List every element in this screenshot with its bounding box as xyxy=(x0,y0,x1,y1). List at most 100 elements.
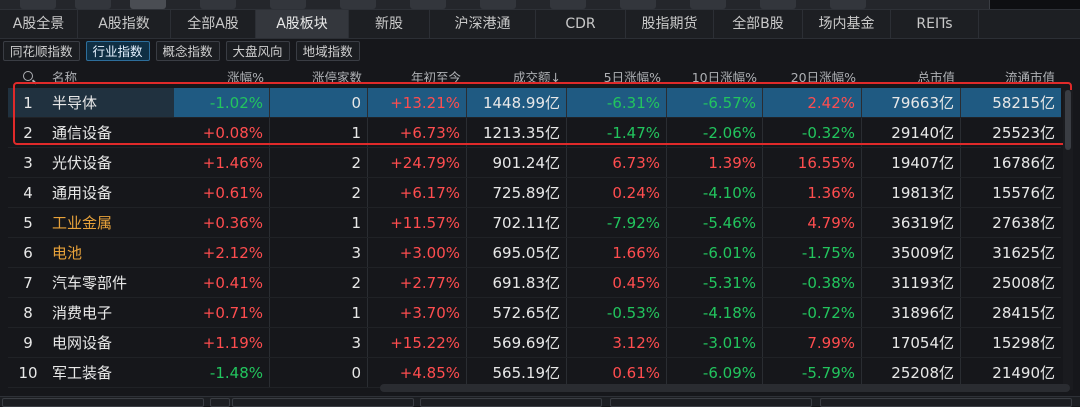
col-header-turnover[interactable]: 成交额↓ xyxy=(467,64,567,88)
col-header-ytd[interactable]: 年初至今 xyxy=(368,64,467,88)
subtab-3[interactable]: 大盘风向 xyxy=(225,41,290,61)
top-menu-item-active[interactable] xyxy=(130,0,166,9)
change-20d: 16.55% xyxy=(763,148,862,177)
tab-5[interactable]: 沪深港通 xyxy=(430,10,536,38)
limit-up-count: 0 xyxy=(270,88,368,117)
table-row[interactable]: 3 光伏设备 +1.46% 2 +24.79% 901.24亿 6.73% 1.39% 16.5… xyxy=(8,148,1061,178)
change-20d: 1.36% xyxy=(763,178,862,207)
change-20d: -1.75% xyxy=(763,238,862,267)
tab-0[interactable]: A股全景 xyxy=(0,10,78,38)
status-segment[interactable] xyxy=(232,398,414,407)
table-row[interactable]: 2 通信设备 +0.08% 1 +6.73% 1213.35亿 -1.47% -2.06% -0… xyxy=(8,118,1061,148)
status-segment[interactable] xyxy=(610,398,812,407)
change-20d: -0.38% xyxy=(763,268,862,297)
col-header-float-cap[interactable]: 流通市值 xyxy=(961,64,1061,88)
change-20d: 2.42% xyxy=(763,88,862,117)
col-header-20d-change[interactable]: 20日涨幅% xyxy=(763,64,862,88)
float-cap: 25523亿 xyxy=(992,124,1055,142)
tab-6[interactable]: CDR xyxy=(536,10,626,38)
row-index: 10 xyxy=(18,363,38,382)
top-menu-item[interactable] xyxy=(200,0,236,9)
status-segment[interactable] xyxy=(210,398,230,407)
change-pct: +0.36% xyxy=(174,208,270,237)
search-box[interactable] xyxy=(989,0,1080,9)
col-header-change[interactable]: 涨幅% xyxy=(174,64,270,88)
turnover: 725.89亿 xyxy=(467,178,567,207)
market-cap: 79663亿 xyxy=(862,88,961,117)
table-row[interactable]: 8 消费电子 +0.71% 1 +3.70% 572.65亿 -0.53% -4.18% -0.… xyxy=(8,298,1061,328)
limit-up-count: 2 xyxy=(270,148,368,177)
top-menu-item[interactable] xyxy=(830,0,866,9)
col-header-limit-up-count[interactable]: 涨停家数 xyxy=(270,64,368,88)
row-index: 9 xyxy=(23,333,33,352)
table-row[interactable]: 9 电网设备 +1.19% 3 +15.22% 569.69亿 3.12% -3.01% 7.9… xyxy=(8,328,1061,358)
table-row[interactable]: 5 工业金属 +0.36% 1 +11.57% 702.11亿 -7.92% -5.46% 4.… xyxy=(8,208,1061,238)
row-index: 7 xyxy=(23,273,33,292)
ytd-change: +3.70% xyxy=(368,298,467,327)
top-menu-strip xyxy=(0,0,1080,10)
subtab-1[interactable]: 行业指数 xyxy=(85,41,150,61)
change-5d: 3.12% xyxy=(567,328,667,357)
top-menu-item[interactable] xyxy=(20,0,56,9)
subtab-2[interactable]: 概念指数 xyxy=(155,41,220,61)
ytd-change: +11.57% xyxy=(368,208,467,237)
top-menu-item[interactable] xyxy=(760,0,796,9)
ytd-change: +15.22% xyxy=(368,328,467,357)
col-header-10d-change[interactable]: 10日涨幅% xyxy=(667,64,763,88)
change-10d: -4.18% xyxy=(667,298,763,327)
horizontal-scrollbar[interactable] xyxy=(380,384,1070,392)
search-icon-cell[interactable] xyxy=(8,64,48,88)
vertical-scrollbar[interactable] xyxy=(1063,90,1073,390)
top-menu-item[interactable] xyxy=(690,0,726,9)
tab-1[interactable]: A股指数 xyxy=(78,10,171,38)
table-row[interactable]: 4 通用设备 +0.61% 2 +6.17% 725.89亿 0.24% -4.10% 1.36… xyxy=(8,178,1061,208)
sector-table: 名称 涨幅% 涨停家数 年初至今 成交额↓ 5日涨幅% 10日涨幅% 20日涨幅… xyxy=(8,64,1061,388)
sector-name: 消费电子 xyxy=(52,304,113,322)
col-header-name[interactable]: 名称 xyxy=(48,64,174,88)
tab-8[interactable]: 全部B股 xyxy=(714,10,803,38)
col-header-5d-change[interactable]: 5日涨幅% xyxy=(567,64,667,88)
top-menu-item[interactable] xyxy=(620,0,656,9)
market-cap: 31193亿 xyxy=(862,268,961,297)
turnover: 1448.99亿 xyxy=(467,88,567,117)
subtab-0[interactable]: 同花顺指数 xyxy=(3,41,80,61)
change-5d: -7.92% xyxy=(567,208,667,237)
change-5d: 1.66% xyxy=(567,238,667,267)
tab-3[interactable]: A股板块 xyxy=(256,10,349,38)
tab-2[interactable]: 全部A股 xyxy=(171,10,256,38)
change-5d: -6.31% xyxy=(567,88,667,117)
change-pct: +1.46% xyxy=(174,148,270,177)
table-row[interactable]: 1 半导体 -1.02% 0 +13.21% 1448.99亿 -6.31% -6.57% 2.… xyxy=(8,88,1061,118)
top-menu-item[interactable] xyxy=(270,0,306,9)
change-20d: -0.72% xyxy=(763,298,862,327)
top-menu-item[interactable] xyxy=(550,0,586,9)
market-cap: 29140亿 xyxy=(862,118,961,147)
change-pct: -1.02% xyxy=(174,88,270,117)
status-segment[interactable] xyxy=(820,398,1072,407)
tab-10[interactable]: REITs xyxy=(891,10,979,38)
float-cap: 15576亿 xyxy=(992,184,1055,202)
table-row[interactable]: 6 电池 +2.12% 3 +3.00% 695.05亿 1.66% -6.01% -1.75%… xyxy=(8,238,1061,268)
status-segment[interactable] xyxy=(2,398,204,407)
change-5d: -1.47% xyxy=(567,118,667,147)
table-row[interactable]: 7 汽车零部件 +0.41% 2 +2.77% 691.83亿 0.45% -5.31% -0.… xyxy=(8,268,1061,298)
subtab-4[interactable]: 地域指数 xyxy=(295,41,360,61)
limit-up-count: 3 xyxy=(270,328,368,357)
scroll-thumb[interactable] xyxy=(1065,90,1071,150)
top-menu-item[interactable] xyxy=(410,0,446,9)
col-header-market-cap[interactable]: 总市值 xyxy=(862,64,961,88)
float-cap: 16786亿 xyxy=(992,154,1055,172)
tab-4[interactable]: 新股 xyxy=(349,10,430,38)
top-menu-item[interactable] xyxy=(75,0,111,9)
change-20d: 7.99% xyxy=(763,328,862,357)
market-cap: 25208亿 xyxy=(862,358,961,387)
status-segment[interactable] xyxy=(420,398,602,407)
tab-7[interactable]: 股指期货 xyxy=(626,10,714,38)
top-menu-item[interactable] xyxy=(480,0,516,9)
index-type-tabs: 同花顺指数 行业指数 概念指数 大盘风向 地域指数 xyxy=(0,39,363,63)
turnover: 901.24亿 xyxy=(467,148,567,177)
ytd-change: +6.73% xyxy=(368,118,467,147)
tab-9[interactable]: 场内基金 xyxy=(803,10,891,38)
change-pct: +0.61% xyxy=(174,178,270,207)
top-menu-item[interactable] xyxy=(340,0,376,9)
